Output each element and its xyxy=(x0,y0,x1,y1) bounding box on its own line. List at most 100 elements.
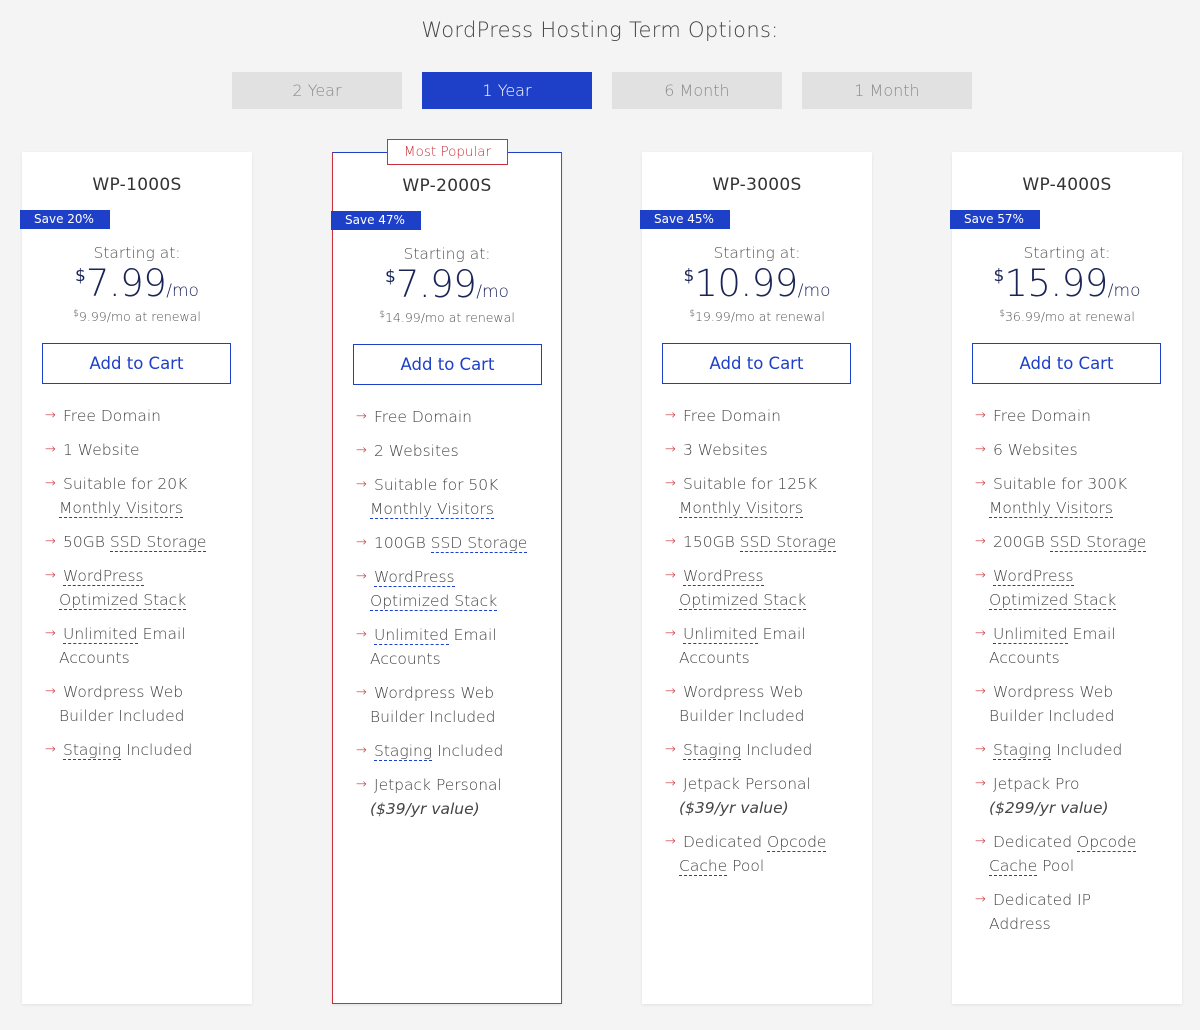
tooltip-term[interactable]: SSD Storage xyxy=(109,533,207,552)
plan-name: WP-4000S xyxy=(1022,175,1112,195)
tooltip-term[interactable]: Unlimited xyxy=(993,625,1068,644)
feature-list: → Free Domain → 3 Websites → Suitable for 1… xyxy=(665,404,865,888)
feature-list: → Free Domain → 1 Website → Suitable for 20… xyxy=(45,404,245,772)
tooltip-term[interactable]: WordPress xyxy=(63,567,144,586)
feature-item: → Free Domain xyxy=(975,404,1175,428)
arrow-right-icon: → xyxy=(975,626,986,641)
tooltip-term[interactable]: Staging xyxy=(683,741,742,760)
feature-item: → Staging Included xyxy=(665,738,865,762)
feature-item: → WordPress Optimized Stack xyxy=(975,564,1175,612)
arrow-right-icon: → xyxy=(356,477,367,492)
arrow-right-icon: → xyxy=(356,627,367,642)
tooltip-term[interactable]: SSD Storage xyxy=(430,534,528,553)
feature-item: → Staging Included xyxy=(356,739,556,763)
arrow-right-icon: → xyxy=(45,684,56,699)
arrow-right-icon: → xyxy=(975,442,986,457)
save-badge: Save 57% xyxy=(950,210,1040,229)
plan-name: WP-1000S xyxy=(92,175,182,195)
plan-name: WP-2000S xyxy=(402,176,492,196)
feature-item: → Wordpress Web Builder Included xyxy=(975,680,1175,728)
arrow-right-icon: → xyxy=(665,684,676,699)
starting-at-label: Starting at: xyxy=(403,245,491,263)
arrow-right-icon: → xyxy=(356,685,367,700)
arrow-right-icon: → xyxy=(975,892,986,907)
tooltip-term[interactable]: Cache xyxy=(989,857,1038,876)
tooltip-term[interactable]: Optimized Stack xyxy=(679,591,807,610)
arrow-right-icon: → xyxy=(975,776,986,791)
tooltip-term[interactable]: WordPress xyxy=(374,568,455,587)
save-badge: Save 45% xyxy=(640,210,730,229)
feature-item: → Wordpress Web Builder Included xyxy=(45,680,245,728)
price: $15.99/mo xyxy=(993,262,1141,305)
arrow-right-icon: → xyxy=(356,443,367,458)
most-popular-badge: Most Popular xyxy=(387,139,508,165)
feature-item: → 50GB SSD Storage xyxy=(45,530,245,554)
tooltip-term[interactable]: Staging xyxy=(63,741,122,760)
feature-item: → 200GB SSD Storage xyxy=(975,530,1175,554)
arrow-right-icon: → xyxy=(665,476,676,491)
tooltip-term[interactable]: Optimized Stack xyxy=(989,591,1117,610)
tooltip-term[interactable]: SSD Storage xyxy=(739,533,837,552)
renewal-price: $36.99/mo at renewal xyxy=(999,309,1135,324)
tooltip-term[interactable]: Optimized Stack xyxy=(59,591,187,610)
feature-item: → 3 Websites xyxy=(665,438,865,462)
plan-card-wp-2000s: Most Popular WP-2000S Save 47% Starting … xyxy=(331,139,562,1004)
feature-item: → Staging Included xyxy=(45,738,245,762)
arrow-right-icon: → xyxy=(665,742,676,757)
starting-at-label: Starting at: xyxy=(713,244,801,262)
feature-item: → Jetpack Pro ($299/yr value) xyxy=(975,772,1175,820)
arrow-right-icon: → xyxy=(356,535,367,550)
plan-card-wp-3000s: WP-3000S Save 45% Starting at: $10.99/mo… xyxy=(640,152,872,1004)
tooltip-term[interactable]: Optimized Stack xyxy=(370,592,498,611)
tooltip-term[interactable]: Staging xyxy=(374,742,433,761)
tooltip-term[interactable]: SSD Storage xyxy=(1049,533,1147,552)
renewal-price: $14.99/mo at renewal xyxy=(379,310,515,325)
tooltip-term[interactable]: Staging xyxy=(993,741,1052,760)
tooltip-term[interactable]: Monthly Visitors xyxy=(989,499,1113,518)
arrow-right-icon: → xyxy=(665,534,676,549)
tooltip-term[interactable]: WordPress xyxy=(683,567,764,586)
tooltip-term[interactable]: Unlimited xyxy=(683,625,758,644)
arrow-right-icon: → xyxy=(975,742,986,757)
tooltip-term[interactable]: Monthly Visitors xyxy=(370,500,494,519)
add-to-cart-button[interactable]: Add to Cart xyxy=(353,344,542,385)
starting-at-label: Starting at: xyxy=(1023,244,1111,262)
add-to-cart-button[interactable]: Add to Cart xyxy=(42,343,231,384)
term-2-year[interactable]: 2 Year xyxy=(232,72,402,109)
price: $10.99/mo xyxy=(683,262,831,305)
tooltip-term[interactable]: Monthly Visitors xyxy=(59,499,183,518)
add-to-cart-button[interactable]: Add to Cart xyxy=(662,343,851,384)
feature-item: → Jetpack Personal ($39/yr value) xyxy=(356,773,556,821)
pricing-page: WordPress Hosting Term Options: 2 Year 1… xyxy=(0,0,1200,1030)
tooltip-term[interactable]: Monthly Visitors xyxy=(679,499,803,518)
tooltip-term[interactable]: Unlimited xyxy=(374,626,449,645)
term-1-month[interactable]: 1 Month xyxy=(802,72,972,109)
arrow-right-icon: → xyxy=(975,834,986,849)
feature-item: → Dedicated Opcode Cache Pool xyxy=(665,830,865,878)
arrow-right-icon: → xyxy=(665,776,676,791)
feature-item: → WordPress Optimized Stack xyxy=(45,564,245,612)
arrow-right-icon: → xyxy=(665,408,676,423)
feature-item: → 1 Website xyxy=(45,438,245,462)
feature-item: → Suitable for 125K Monthly Visitors xyxy=(665,472,865,520)
tooltip-term[interactable]: Unlimited xyxy=(63,625,138,644)
feature-item: → Staging Included xyxy=(975,738,1175,762)
arrow-right-icon: → xyxy=(45,568,56,583)
term-1-year[interactable]: 1 Year xyxy=(422,72,592,109)
arrow-right-icon: → xyxy=(665,834,676,849)
feature-item: → Dedicated IP Address xyxy=(975,888,1175,936)
term-6-month[interactable]: 6 Month xyxy=(612,72,782,109)
tooltip-term[interactable]: Opcode xyxy=(767,833,827,852)
tooltip-term[interactable]: Opcode xyxy=(1077,833,1137,852)
price: $7.99/mo xyxy=(75,262,199,305)
feature-item: → 6 Websites xyxy=(975,438,1175,462)
add-to-cart-button[interactable]: Add to Cart xyxy=(972,343,1161,384)
feature-item: → WordPress Optimized Stack xyxy=(356,565,556,613)
plan-card-wp-4000s: WP-4000S Save 57% Starting at: $15.99/mo… xyxy=(950,152,1182,1004)
arrow-right-icon: → xyxy=(665,442,676,457)
feature-list: → Free Domain → 2 Websites → Suitable for 5… xyxy=(356,405,556,831)
arrow-right-icon: → xyxy=(45,442,56,457)
tooltip-term[interactable]: WordPress xyxy=(993,567,1074,586)
feature-item: → WordPress Optimized Stack xyxy=(665,564,865,612)
tooltip-term[interactable]: Cache xyxy=(679,857,728,876)
